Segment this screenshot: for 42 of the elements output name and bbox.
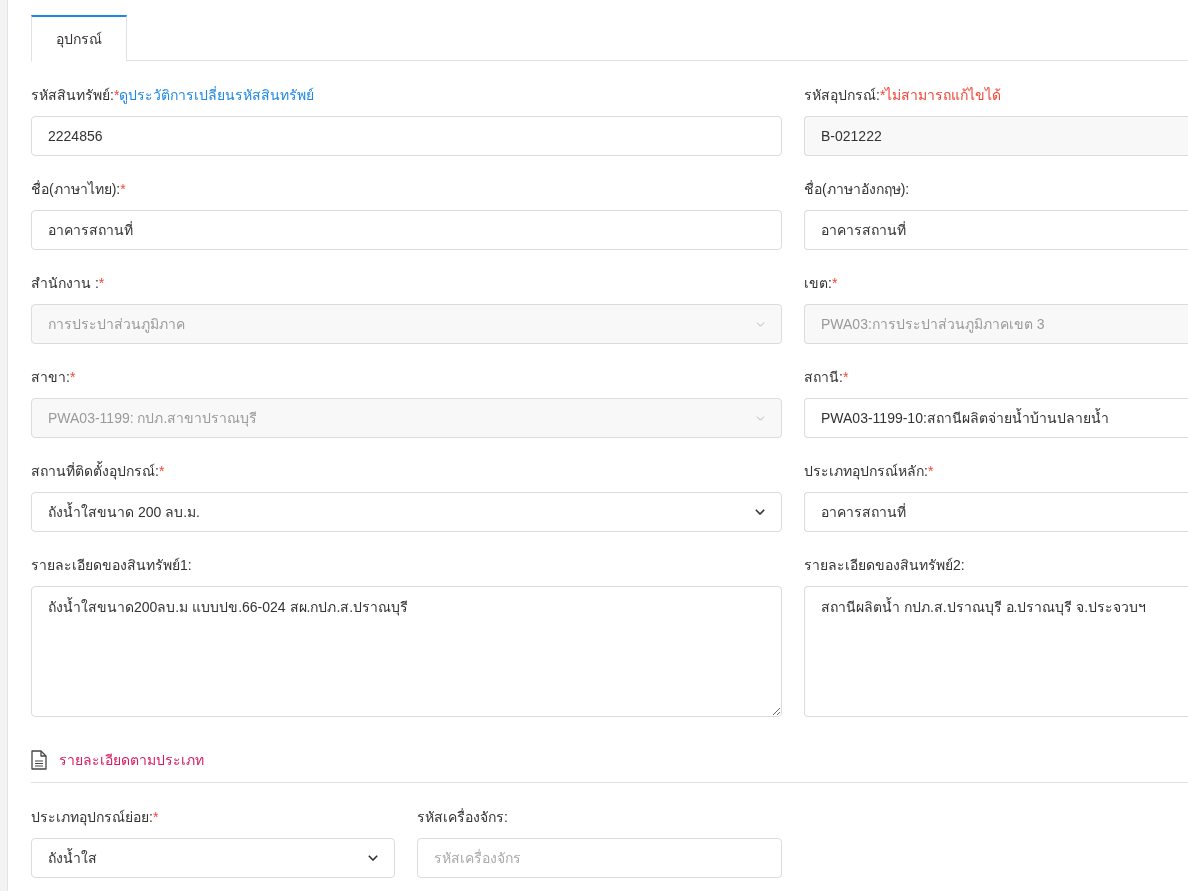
chevron-down-icon <box>756 321 765 327</box>
required-mark: * <box>113 85 120 103</box>
field-label: ประเภทอุปกรณ์ย่อย: <box>31 807 153 828</box>
readonly-note: ไม่สามารถแก้ไขได้ <box>885 85 1002 105</box>
field-label: สถานี: <box>804 367 843 387</box>
required-mark: * <box>842 367 849 387</box>
dropdown[interactable]: ถังน้ำใส <box>31 838 395 878</box>
text-field[interactable]: อาคารสถานที่ <box>804 492 1188 532</box>
field-label: รหัสเครื่องจักร: <box>417 807 508 827</box>
text-area[interactable]: สถานีผลิตน้ำ กปภ.ส.ปราณบุรี อ.ปราณบุรี จ.ประจวบฯ <box>804 586 1188 717</box>
required-mark: * <box>927 461 934 479</box>
required-mark: * <box>69 367 76 387</box>
field-label: รายละเอียดของสินทรัพย์2: <box>804 555 965 575</box>
text-field[interactable]: 2224856 <box>31 116 782 156</box>
field-label: รหัสสินทรัพย์: <box>31 85 114 105</box>
text-field[interactable]: อาคารสถานที่ <box>804 210 1188 250</box>
text-field[interactable]: รหัสเครื่องจักร <box>417 838 782 878</box>
chevron-down-icon <box>755 509 765 515</box>
field-label: รหัสอุปกรณ์: <box>804 85 880 106</box>
chevron-down-icon <box>756 415 765 421</box>
text-area[interactable]: ถังน้ำใสขนาด200ลบ.ม แบบปข.66-024 สผ.กปภ.ส.ปราณบุรี <box>31 586 782 717</box>
field-label: สถานที่ติดตั้งอุปกรณ์: <box>31 460 159 482</box>
section-title: รายละเอียดตามประเภท <box>59 750 204 770</box>
required-mark: * <box>831 273 838 293</box>
required-mark: * <box>152 807 159 825</box>
field-label: เขต: <box>804 273 832 293</box>
document-icon <box>31 750 47 770</box>
field-label: ประเภทอุปกรณ์หลัก: <box>804 461 928 482</box>
dropdown[interactable]: ถังน้ำใสขนาด 200 ลบ.ม. <box>31 492 782 532</box>
required-mark: * <box>120 179 126 199</box>
field-label: สาขา: <box>31 367 70 387</box>
field-label: ชื่อ(ภาษาไทย): <box>31 179 121 199</box>
tab[interactable]: อุปกรณ์ <box>31 15 127 62</box>
text-field[interactable]: B-021222 <box>804 116 1188 156</box>
history-link[interactable]: ดูประวัติการเปลี่ยนรหัสสินทรัพย์ <box>119 84 315 106</box>
chevron-down-icon <box>368 855 378 861</box>
field-label: ชื่อ(ภาษาอังกฤษ): <box>804 179 910 199</box>
field-label: สำนักงาน : <box>31 273 99 293</box>
field-label: รายละเอียดของสินทรัพย์1: <box>31 555 192 575</box>
text-field[interactable]: PWA03-1199-10:สถานีผลิตจ่ายน้ำบ้านปลายน้ำ <box>804 398 1188 438</box>
required-mark: * <box>158 462 165 479</box>
text-field[interactable]: อาคารสถานที่ <box>31 210 782 250</box>
